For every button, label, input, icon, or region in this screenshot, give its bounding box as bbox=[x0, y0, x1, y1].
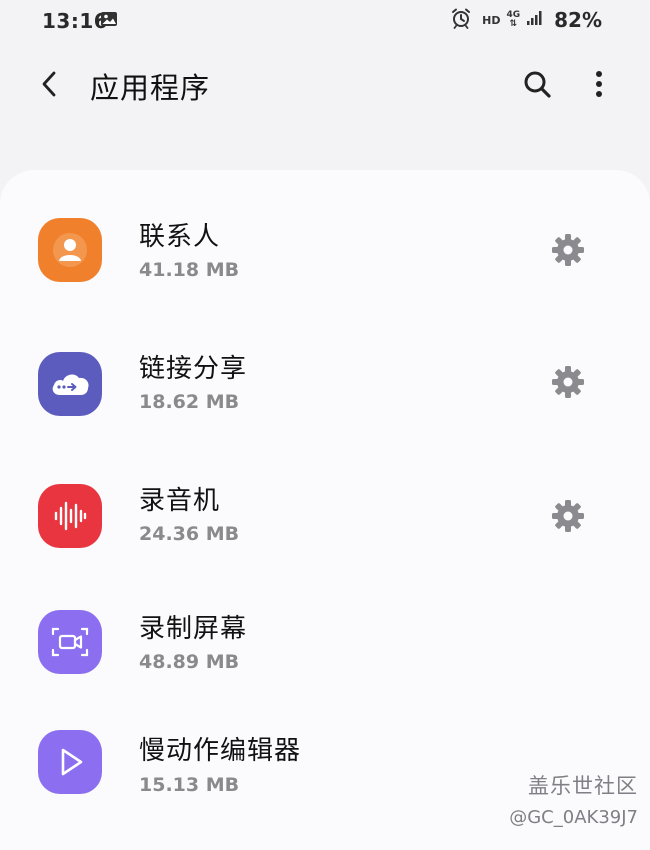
app-size: 18.62 MB bbox=[139, 391, 240, 413]
slow-motion-play-icon bbox=[38, 730, 102, 794]
status-indicators: HD 4G ⇅ 82% bbox=[450, 8, 602, 32]
page-title: 应用程序 bbox=[90, 71, 211, 105]
app-size: 41.18 MB bbox=[139, 259, 240, 281]
voice-recorder-icon bbox=[38, 484, 102, 548]
gear-icon bbox=[552, 500, 584, 532]
data-arrows-icon: ⇅ bbox=[509, 19, 518, 29]
app-size: 48.89 MB bbox=[139, 651, 240, 673]
contacts-icon bbox=[38, 218, 102, 282]
watermark-user: @GC_0AK39J7 bbox=[509, 807, 638, 828]
more-vertical-icon bbox=[596, 71, 602, 97]
search-button[interactable] bbox=[516, 64, 558, 104]
app-name: 链接分享 bbox=[139, 354, 248, 384]
gear-icon bbox=[552, 366, 584, 398]
status-bar: 13:16 HD 4G ⇅ 82% bbox=[0, 0, 650, 40]
app-settings-button[interactable] bbox=[546, 228, 590, 272]
watermark-title: 盖乐世社区 bbox=[528, 774, 638, 798]
more-options-button[interactable] bbox=[580, 64, 618, 104]
hd-voice-indicator: HD bbox=[482, 13, 501, 27]
app-name: 联系人 bbox=[139, 222, 221, 252]
back-arrow-icon bbox=[42, 71, 56, 97]
app-name: 录音机 bbox=[139, 486, 221, 516]
gallery-notification-icon bbox=[100, 11, 118, 27]
app-name: 慢动作编辑器 bbox=[139, 736, 302, 766]
app-settings-button[interactable] bbox=[546, 360, 590, 404]
app-list-item-voice-recorder[interactable]: 录音机 24.36 MB bbox=[0, 456, 650, 576]
battery-level: 82% bbox=[554, 8, 602, 32]
alarm-icon bbox=[450, 7, 472, 33]
app-settings-button[interactable] bbox=[546, 494, 590, 538]
app-bar: 应用程序 bbox=[0, 52, 650, 114]
back-button[interactable] bbox=[30, 64, 70, 104]
app-list-card: 联系人 41.18 MB 链接分享 18.62 MB 录音机 24.36 MB … bbox=[0, 170, 650, 850]
status-time: 13:16 bbox=[42, 9, 109, 33]
search-icon bbox=[524, 71, 551, 98]
app-list-item-contacts[interactable]: 联系人 41.18 MB bbox=[0, 190, 650, 310]
app-size: 15.13 MB bbox=[139, 774, 240, 796]
signal-strength-icon bbox=[526, 10, 544, 30]
screen-recorder-icon bbox=[38, 610, 102, 674]
link-share-cloud-icon bbox=[38, 352, 102, 416]
app-list-item-link-share[interactable]: 链接分享 18.62 MB bbox=[0, 322, 650, 442]
app-name: 录制屏幕 bbox=[139, 614, 248, 644]
network-4g-indicator: 4G ⇅ bbox=[506, 11, 520, 29]
app-list-item-slow-motion-editor[interactable]: 慢动作编辑器 15.13 MB bbox=[0, 704, 650, 824]
gear-icon bbox=[552, 234, 584, 266]
app-size: 24.36 MB bbox=[139, 523, 240, 545]
app-list-item-screen-recorder[interactable]: 录制屏幕 48.89 MB bbox=[0, 584, 650, 704]
